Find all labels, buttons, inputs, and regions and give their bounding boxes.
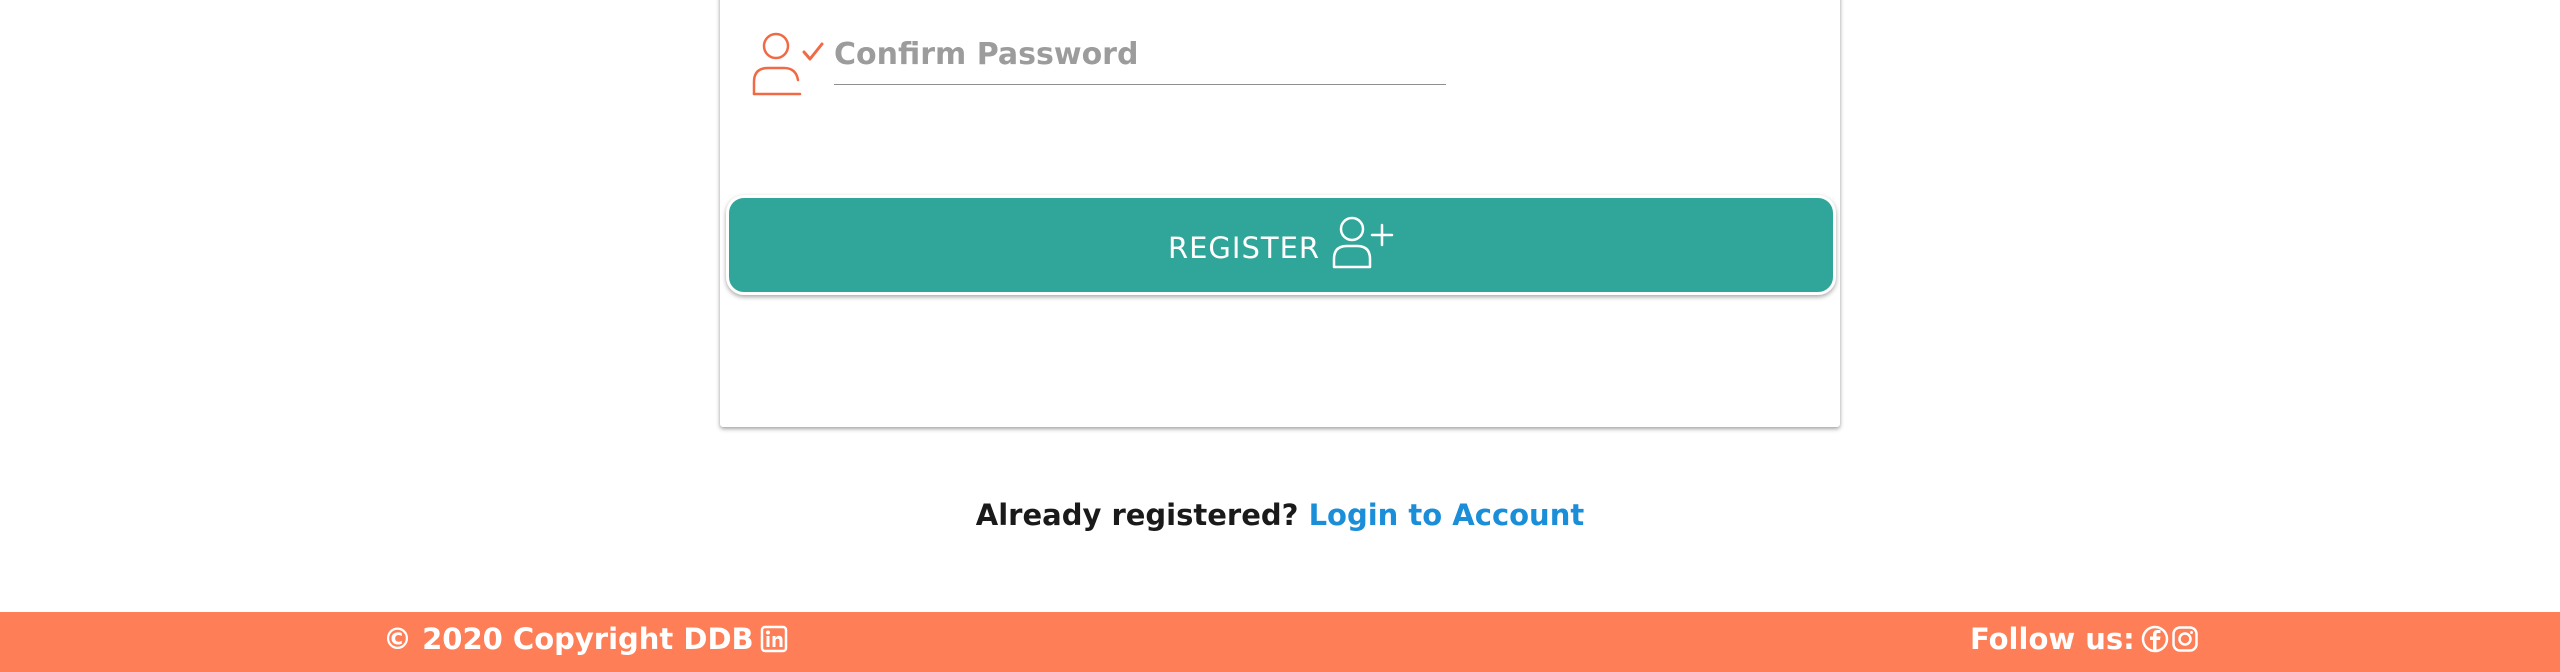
login-link[interactable]: Login to Account (1309, 498, 1585, 532)
instagram-icon[interactable] (2171, 625, 2199, 653)
confirm-password-input[interactable] (834, 24, 1446, 85)
copyright-text: © 2020 Copyright DDB (383, 622, 754, 656)
login-prompt-text: Already registered? (975, 498, 1299, 532)
login-prompt: Already registered? Login to Account (0, 498, 2560, 532)
footer: © 2020 Copyright DDB Follow us: (0, 612, 2560, 672)
page: REGISTER Already registered? Login to Ac… (0, 0, 2560, 672)
follow-label: Follow us: (1970, 622, 2135, 656)
register-button[interactable]: REGISTER (726, 195, 1836, 295)
register-card: REGISTER (720, 0, 1840, 427)
user-plus-icon (1332, 216, 1394, 269)
facebook-icon[interactable] (2141, 625, 2169, 653)
user-check-icon (752, 32, 824, 96)
footer-follow: Follow us: (1970, 622, 2199, 656)
footer-copyright: © 2020 Copyright DDB (383, 622, 788, 656)
register-button-label: REGISTER (1167, 231, 1321, 265)
linkedin-icon[interactable] (760, 625, 788, 653)
confirm-password-row (748, 24, 1468, 104)
